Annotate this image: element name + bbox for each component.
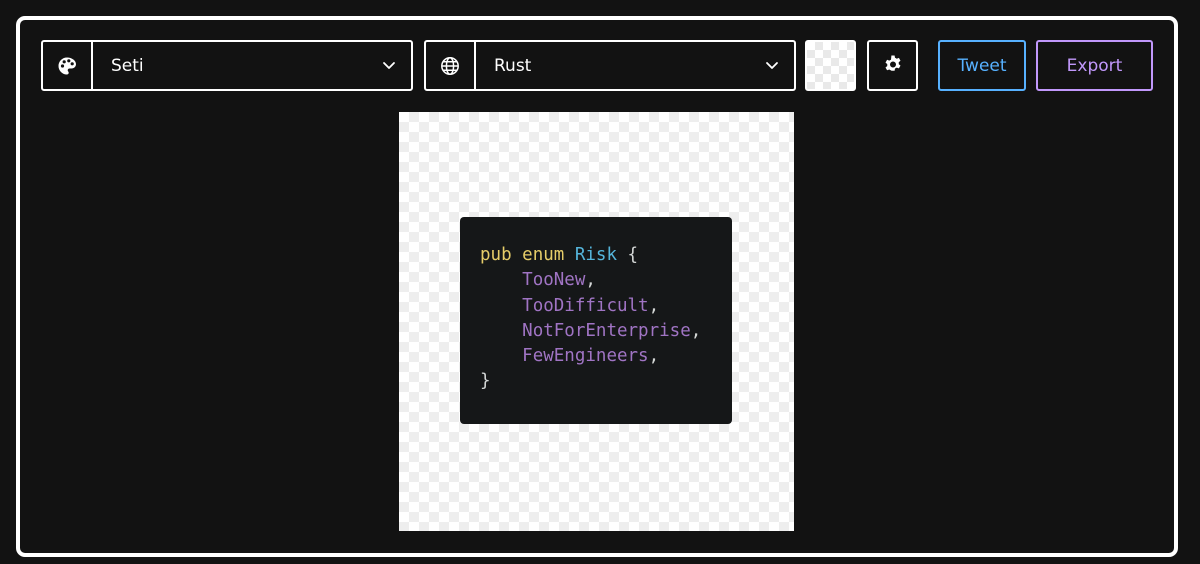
- code-type-name: Risk: [574, 245, 618, 265]
- code-window: pub enum Risk { TooNew, TooDifficult, No…: [460, 217, 732, 424]
- code-line: FewEngineers,: [480, 344, 712, 369]
- code-punctuation: [564, 245, 575, 265]
- code-punctuation: {: [617, 245, 639, 265]
- code-punctuation: ,: [585, 270, 596, 291]
- tweet-button[interactable]: Tweet: [938, 40, 1026, 91]
- app-frame: Seti Rust Tweet Export pub enum Risk {T…: [16, 16, 1178, 557]
- code-enum-variant: NotForEnterprise: [522, 320, 691, 341]
- code-editor[interactable]: pub enum Risk { TooNew, TooDifficult, No…: [480, 243, 712, 395]
- chevron-down-icon: [367, 42, 411, 89]
- palette-icon: [43, 42, 93, 89]
- code-punctuation: ,: [648, 295, 660, 316]
- code-line: pub enum Risk {: [480, 243, 712, 268]
- background-color-swatch[interactable]: [805, 40, 856, 91]
- settings-button[interactable]: [867, 40, 918, 91]
- language-select[interactable]: Rust: [424, 40, 796, 91]
- code-punctuation: }: [480, 371, 491, 392]
- code-enum-variant: TooNew: [522, 270, 586, 291]
- chevron-down-icon: [750, 42, 794, 89]
- theme-select[interactable]: Seti: [41, 40, 413, 91]
- theme-value: Seti: [111, 55, 144, 76]
- export-canvas: pub enum Risk { TooNew, TooDifficult, No…: [399, 112, 794, 531]
- export-button[interactable]: Export: [1036, 40, 1153, 91]
- code-punctuation: [480, 270, 522, 290]
- code-punctuation: ,: [690, 320, 702, 341]
- code-keyword: pub: [480, 245, 512, 265]
- code-line: NotForEnterprise,: [480, 319, 712, 344]
- code-punctuation: [480, 296, 522, 316]
- gear-icon: [883, 54, 903, 78]
- language-value: Rust: [494, 55, 532, 76]
- code-punctuation: ,: [648, 346, 660, 367]
- code-line: TooDifficult,: [480, 294, 712, 319]
- code-enum-variant: TooDifficult: [522, 295, 649, 316]
- code-punctuation: [480, 346, 522, 366]
- code-keyword: enum: [522, 245, 565, 265]
- code-punctuation: [480, 321, 522, 341]
- code-line: }: [480, 369, 712, 394]
- code-enum-variant: FewEngineers: [522, 346, 649, 367]
- code-line: TooNew,: [480, 268, 712, 293]
- code-punctuation: [512, 245, 523, 265]
- globe-icon: [426, 42, 476, 89]
